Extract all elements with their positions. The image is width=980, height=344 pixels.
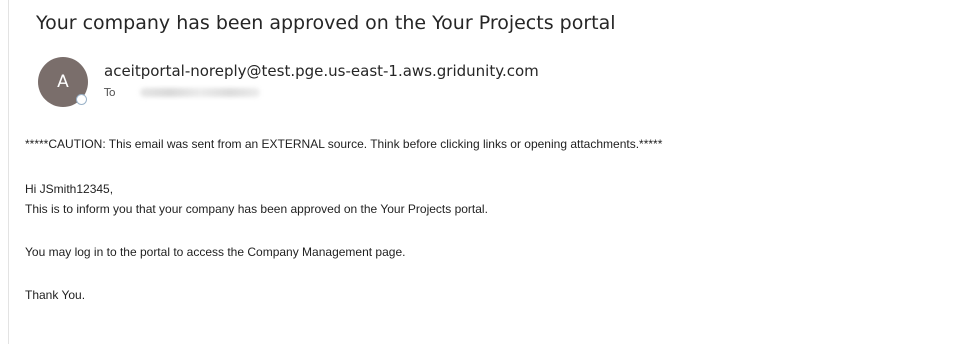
avatar-initial: A xyxy=(57,72,69,92)
greeting-text: Hi JSmith12345, xyxy=(25,182,114,196)
email-subject: Your company has been approved on the Yo… xyxy=(36,12,616,34)
redacted-recipient xyxy=(140,88,260,97)
to-label: To xyxy=(104,86,116,99)
caution-banner-text: *****CAUTION: This email was sent from a… xyxy=(25,137,663,151)
closing-text: Thank You. xyxy=(25,288,86,302)
reading-pane-divider xyxy=(8,0,9,344)
body-line-login: You may log in to the portal to access t… xyxy=(25,245,406,259)
sender-address[interactable]: aceitportal-noreply@test.pge.us-east-1.a… xyxy=(104,62,539,80)
presence-status-icon xyxy=(76,94,87,105)
body-line-approval: This is to inform you that your company … xyxy=(25,202,488,216)
